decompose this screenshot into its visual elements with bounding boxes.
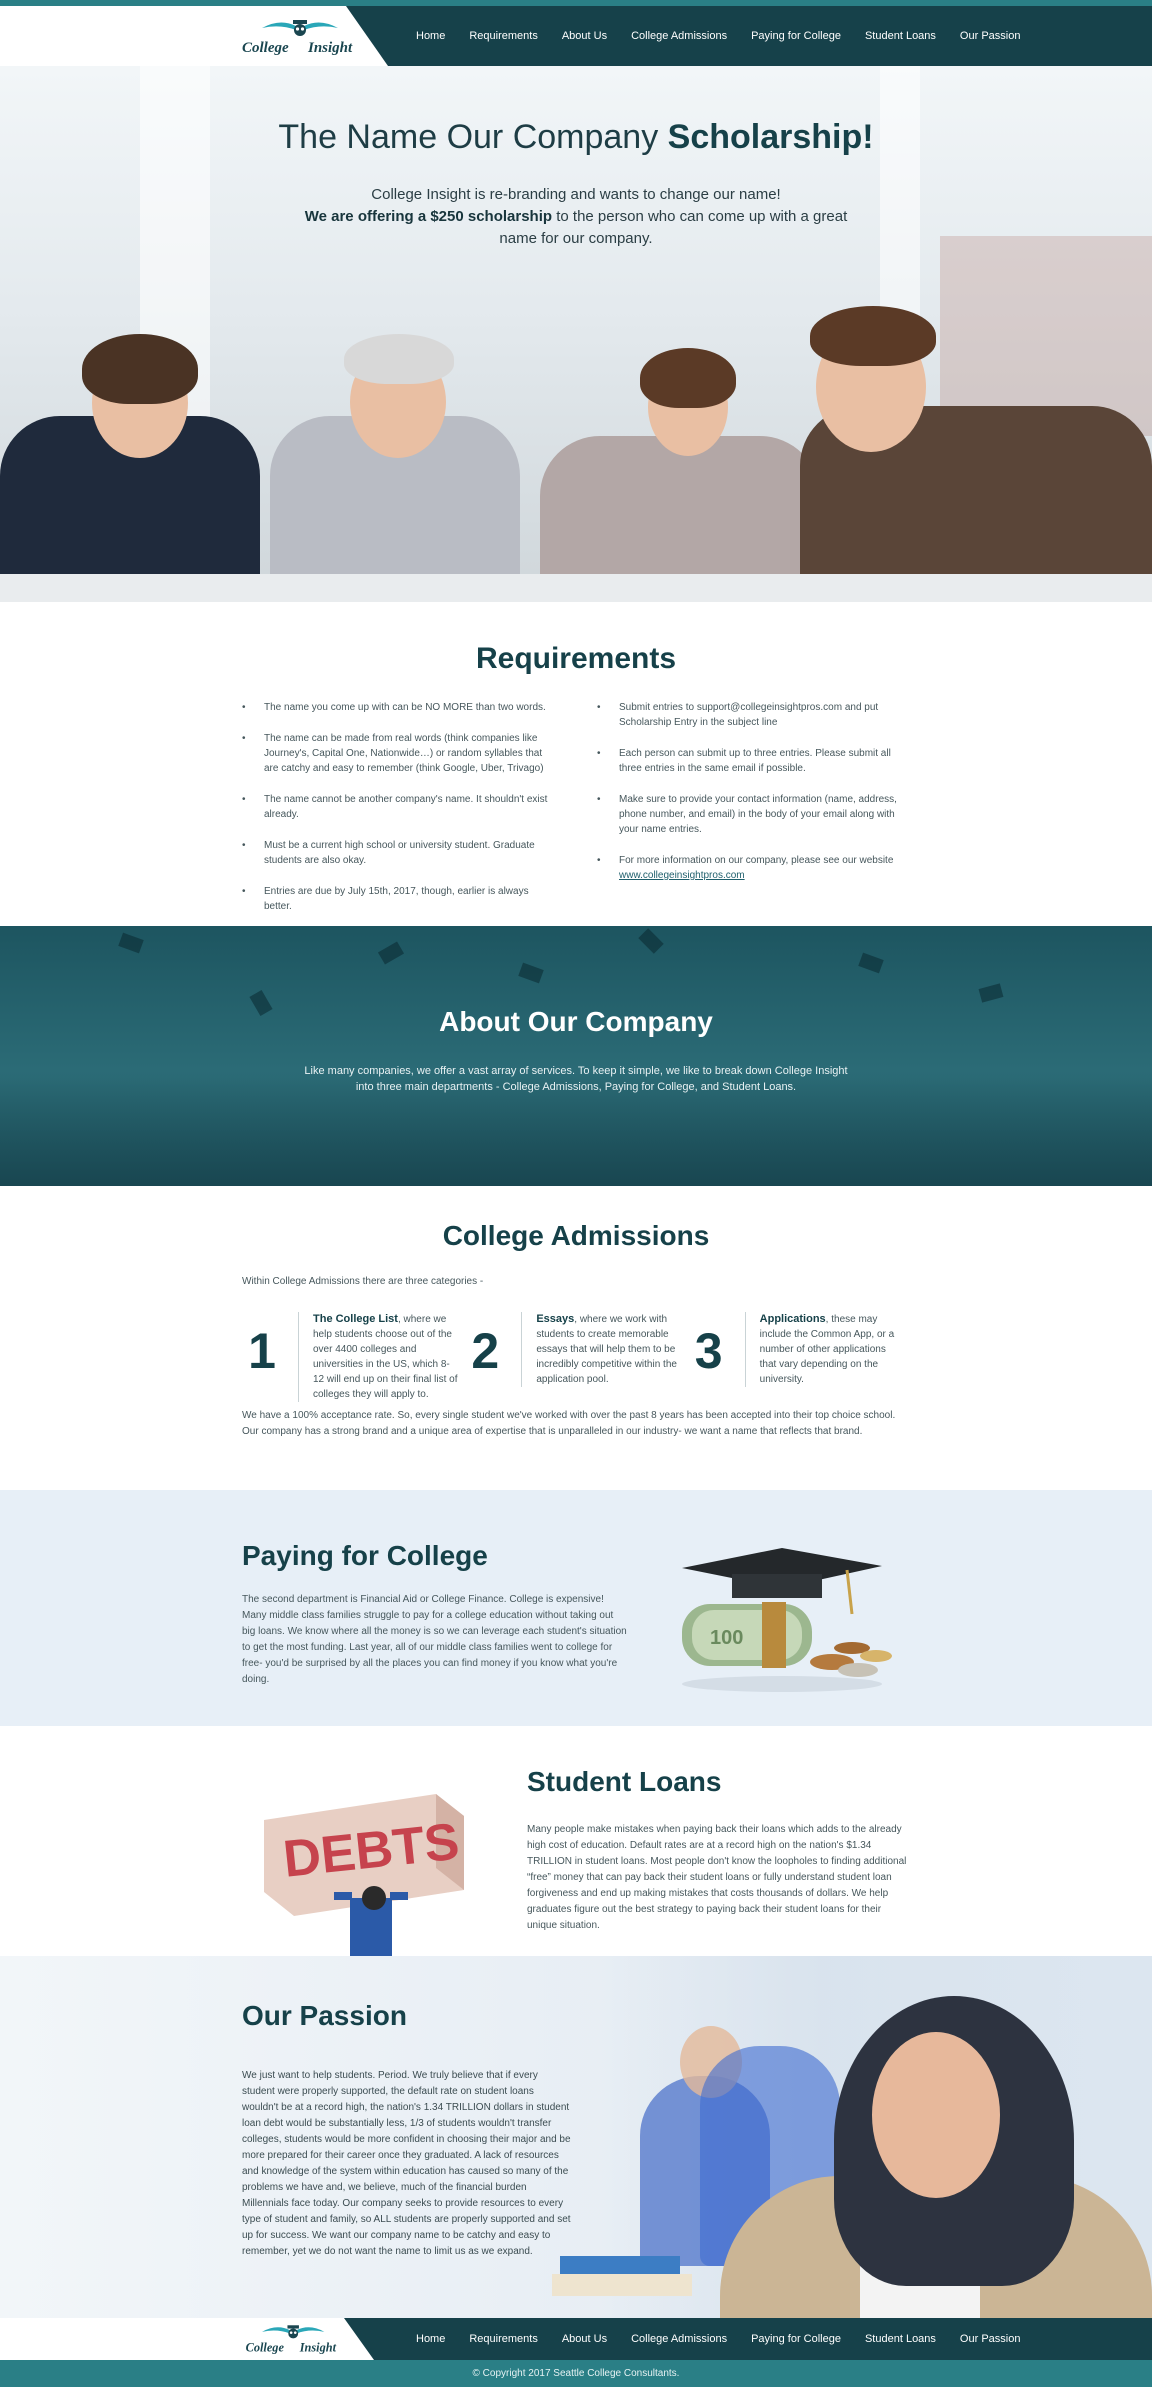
owl-wings-icon bbox=[262, 2325, 325, 2339]
paying-for-college-section: Paying for College The second department… bbox=[0, 1490, 1152, 1726]
nav-link-about-us[interactable]: About Us bbox=[550, 30, 619, 42]
copyright-text: © Copyright 2017 Seattle College Consult… bbox=[472, 2368, 680, 2379]
svg-text:100: 100 bbox=[710, 1627, 743, 1649]
admissions-intro: Within College Admissions there are thre… bbox=[242, 1276, 484, 1287]
our-passion-text: We just want to help students. Period. W… bbox=[242, 2070, 571, 2257]
our-passion-title: Our Passion bbox=[242, 2000, 407, 2031]
college-admissions-section: College Admissions Within College Admiss… bbox=[0, 1186, 1152, 1490]
admissions-categories: 1 The College List, where we help studen… bbox=[242, 1312, 912, 1402]
nav-link-college-admissions[interactable]: College Admissions bbox=[619, 30, 739, 42]
list-item: The name you come up with can be NO MORE… bbox=[242, 700, 557, 715]
list-item: For more information on our company, ple… bbox=[597, 853, 912, 883]
requirements-section: Requirements The name you come up with c… bbox=[0, 602, 1152, 926]
requirements-list-right: Submit entries to support@collegeinsight… bbox=[597, 700, 912, 930]
requirements-list-left: The name you come up with can be NO MORE… bbox=[242, 700, 557, 930]
top-nav-links: Home Requirements About Us College Admis… bbox=[404, 6, 1032, 66]
hero-description: College Insight is re-branding and wants… bbox=[304, 186, 848, 247]
footer-nav-links: Home Requirements About Us College Admis… bbox=[404, 2318, 1032, 2360]
footer-navbar: College Insight Home Requirements About … bbox=[0, 2318, 1152, 2360]
nav-link-student-loans[interactable]: Student Loans bbox=[853, 30, 948, 42]
copyright-bar: © Copyright 2017 Seattle College Consult… bbox=[0, 2360, 1152, 2387]
about-title: About Our Company bbox=[439, 1006, 713, 1037]
student-loans-section: DEBTS Student Loans Many people make mis… bbox=[0, 1726, 1152, 1956]
admissions-category: 1 The College List, where we help studen… bbox=[242, 1312, 465, 1402]
college-admissions-title: College Admissions bbox=[442, 1220, 710, 1251]
website-link[interactable]: www.collegeinsightpros.com bbox=[619, 870, 745, 881]
admissions-category: 2 Essays, where we work with students to… bbox=[465, 1312, 688, 1402]
category-text: Essays, where we work with students to c… bbox=[521, 1312, 681, 1387]
category-number: 3 bbox=[694, 1323, 723, 1379]
logo-word-insight: Insight bbox=[308, 40, 353, 56]
list-item: The name can be made from real words (th… bbox=[242, 731, 557, 776]
footer-nav-link-college-admissions[interactable]: College Admissions bbox=[619, 2333, 739, 2345]
category-text: Applications, these may include the Comm… bbox=[744, 1312, 905, 1387]
list-item: Submit entries to support@collegeinsight… bbox=[597, 700, 912, 730]
list-item: The name cannot be another company's nam… bbox=[242, 792, 557, 822]
about-section: About Our Company Like many companies, w… bbox=[0, 926, 1152, 1186]
requirements-columns: The name you come up with can be NO MORE… bbox=[242, 700, 912, 930]
nav-link-paying-for-college[interactable]: Paying for College bbox=[739, 30, 853, 42]
paying-for-college-title: Paying for College bbox=[242, 1540, 488, 1571]
hero-title: The Name Our Company Scholarship! bbox=[278, 118, 874, 156]
logo-word-insight: Insight bbox=[299, 2341, 337, 2355]
footer-college-insight-logo[interactable]: College Insight bbox=[244, 2322, 342, 2356]
nav-link-requirements[interactable]: Requirements bbox=[457, 30, 549, 42]
list-item: Must be a current high school or univers… bbox=[242, 838, 557, 868]
about-description: Like many companies, we offer a vast arr… bbox=[304, 1065, 848, 1093]
student-loans-text: Many people make mistakes when paying ba… bbox=[527, 1824, 907, 1931]
college-insight-logo[interactable]: College Insight bbox=[240, 16, 360, 58]
list-item: Make sure to provide your contact inform… bbox=[597, 792, 912, 837]
admissions-outro: We have a 100% acceptance rate. So, ever… bbox=[242, 1410, 896, 1437]
nav-link-home[interactable]: Home bbox=[404, 30, 457, 42]
main-navbar: College Insight Home Requirements About … bbox=[0, 6, 1152, 66]
footer-nav-link-our-passion[interactable]: Our Passion bbox=[948, 2333, 1033, 2345]
list-item: Each person can submit up to three entri… bbox=[597, 746, 912, 776]
footer-nav-link-about-us[interactable]: About Us bbox=[550, 2333, 619, 2345]
category-number: 1 bbox=[248, 1323, 276, 1379]
our-passion-section: Our Passion We just want to help student… bbox=[0, 1956, 1152, 2318]
footer-nav-link-paying-for-college[interactable]: Paying for College bbox=[739, 2333, 853, 2345]
hero-section: The Name Our Company Scholarship! Colleg… bbox=[0, 66, 1152, 602]
footer-nav-link-student-loans[interactable]: Student Loans bbox=[853, 2333, 948, 2345]
owl-wings-icon bbox=[262, 20, 338, 36]
student-loans-title: Student Loans bbox=[527, 1766, 722, 1797]
nav-link-our-passion[interactable]: Our Passion bbox=[948, 30, 1033, 42]
logo-word-college: College bbox=[245, 2341, 284, 2355]
category-number: 2 bbox=[471, 1323, 500, 1379]
logo-word-college: College bbox=[242, 40, 289, 56]
footer-nav-link-requirements[interactable]: Requirements bbox=[457, 2333, 549, 2345]
category-text: The College List, where we help students… bbox=[298, 1312, 458, 1402]
paying-for-college-text: The second department is Financial Aid o… bbox=[242, 1594, 627, 1685]
footer-nav-link-home[interactable]: Home bbox=[404, 2333, 457, 2345]
graduation-cap-money-icon: 100 bbox=[682, 1548, 892, 1692]
debts-block-illustration: DEBTS bbox=[264, 1794, 464, 1956]
admissions-category: 3 Applications, these may include the Co… bbox=[689, 1312, 912, 1402]
requirements-title: Requirements bbox=[475, 642, 677, 675]
list-item: Entries are due by July 15th, 2017, thou… bbox=[242, 884, 557, 914]
hero-table-surface bbox=[0, 574, 1152, 602]
